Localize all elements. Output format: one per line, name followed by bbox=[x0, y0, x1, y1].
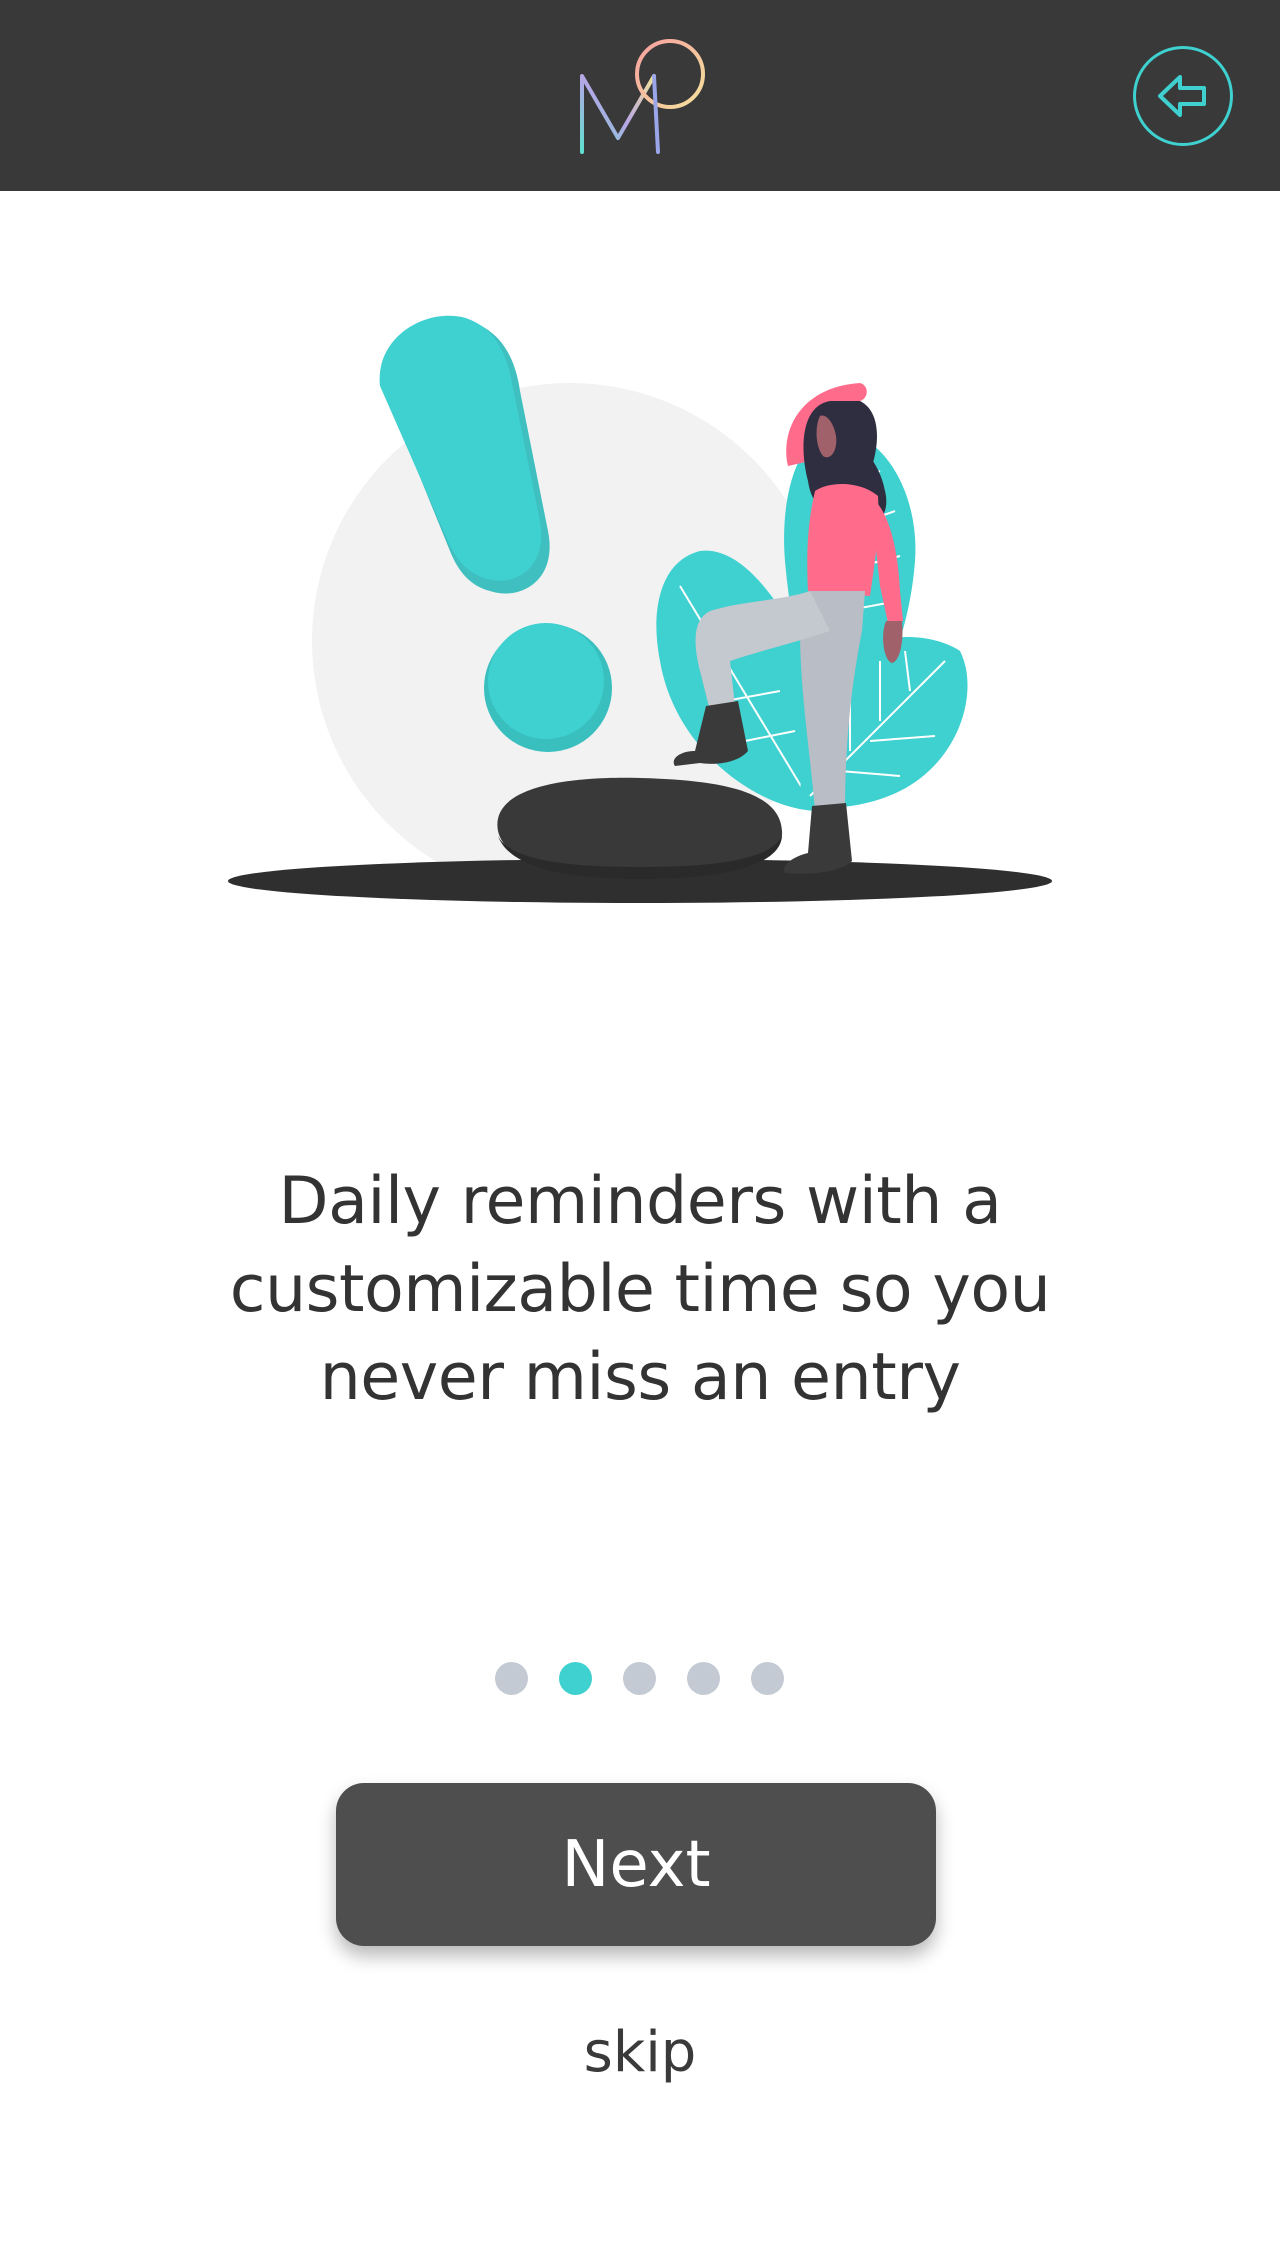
skip-link[interactable]: skip bbox=[490, 2020, 790, 2085]
pagination-dots bbox=[0, 1662, 1280, 1696]
app-logo-icon bbox=[580, 39, 705, 154]
page-dot-2-active[interactable] bbox=[559, 1662, 592, 1695]
next-button[interactable]: Next bbox=[336, 1783, 936, 1946]
onboarding-screen: Daily reminders with a customizable time… bbox=[0, 0, 1280, 2256]
top-bar bbox=[0, 0, 1280, 191]
back-button[interactable] bbox=[1133, 46, 1233, 146]
page-dot-5[interactable] bbox=[751, 1662, 784, 1695]
page-dot-4[interactable] bbox=[687, 1662, 720, 1695]
reminder-illustration bbox=[228, 315, 1052, 903]
onboarding-message: Daily reminders with a customizable time… bbox=[229, 1164, 1051, 1415]
arrow-left-icon bbox=[1158, 75, 1206, 117]
page-dot-1[interactable] bbox=[495, 1662, 528, 1695]
page-dot-3[interactable] bbox=[623, 1662, 656, 1695]
